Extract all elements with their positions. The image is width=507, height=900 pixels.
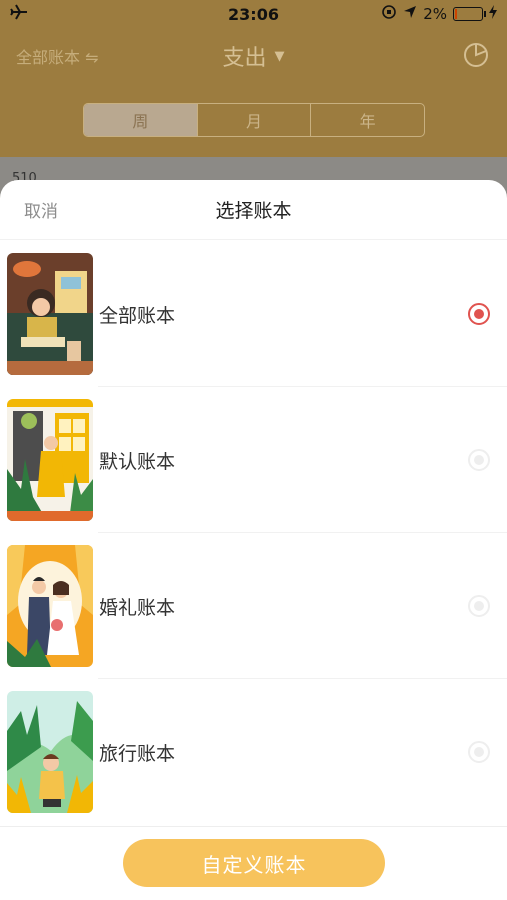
radio-selected[interactable] — [468, 303, 490, 325]
sheet-header: 取消 选择账本 — [0, 180, 507, 240]
radio-unselected[interactable] — [468, 741, 490, 763]
battery-icon — [453, 7, 486, 21]
custom-book-button[interactable]: 自定义账本 — [123, 839, 385, 887]
book-item-default[interactable]: 默认账本 — [0, 387, 507, 533]
status-time: 23:06 — [228, 4, 279, 24]
cancel-button[interactable]: 取消 — [24, 197, 58, 222]
status-bar: 23:06 2% — [0, 0, 507, 28]
footer-divider — [0, 826, 507, 827]
period-segmented-control: 周 月 年 — [83, 103, 425, 137]
book-cover-image — [7, 545, 93, 667]
book-item-travel[interactable]: 旅行账本 — [0, 679, 507, 825]
book-label: 旅行账本 — [99, 742, 176, 765]
book-item-wedding[interactable]: 婚礼账本 — [0, 533, 507, 679]
book-label: 默认账本 — [99, 450, 176, 473]
segment-year[interactable]: 年 — [311, 104, 424, 136]
book-label: 全部账本 — [99, 304, 176, 327]
pie-chart-icon[interactable] — [463, 42, 489, 72]
segment-month[interactable]: 月 — [198, 104, 312, 136]
type-selector[interactable]: 支出 ▼ — [222, 40, 284, 72]
dropdown-triangle-icon: ▼ — [274, 48, 285, 64]
sheet-title: 选择账本 — [215, 200, 292, 222]
book-item-all[interactable]: 全部账本 — [0, 241, 507, 387]
book-cover-image — [7, 691, 93, 813]
book-cover-image — [7, 399, 93, 521]
book-cover-image — [7, 253, 93, 375]
select-book-sheet: 取消 选择账本 全部账本 默认账本 婚礼账本 旅行账本 自定义账本 — [0, 180, 507, 900]
type-selector-label: 支出 — [222, 46, 267, 71]
top-nav-bar: 全部账本 ⇋ 支出 ▼ — [0, 28, 507, 84]
radio-unselected[interactable] — [468, 449, 490, 471]
segment-week[interactable]: 周 — [84, 104, 198, 136]
radio-unselected[interactable] — [468, 595, 490, 617]
book-label: 婚礼账本 — [99, 596, 176, 619]
book-switcher[interactable]: 全部账本 ⇋ — [16, 44, 99, 68]
